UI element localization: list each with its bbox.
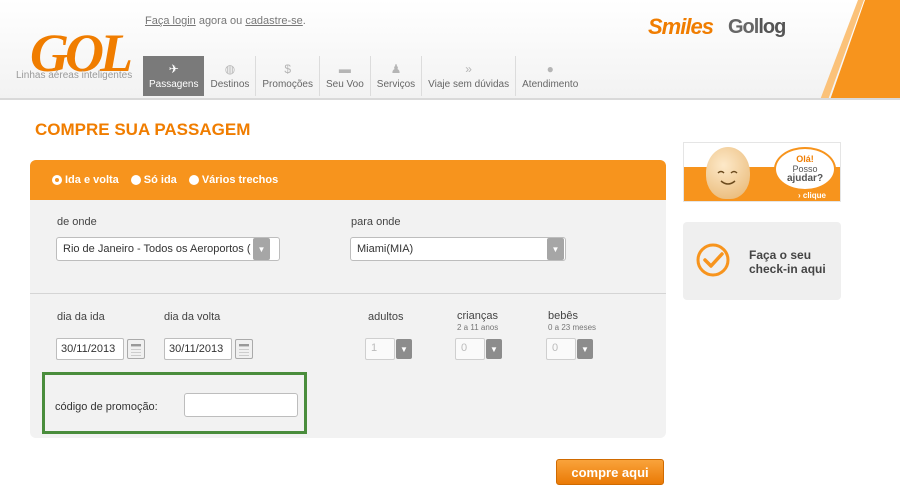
login-end: . [302, 15, 306, 27]
promo-code-label: código de promoção: [55, 401, 158, 413]
booking-form: Ida e volta Só ida Vários trechos de ond… [30, 160, 666, 438]
signup-link[interactable]: cadastre-se [245, 15, 302, 27]
suitcase-icon: ▬ [338, 62, 351, 76]
infants-age-note: 0 a 23 meses [548, 323, 597, 332]
globe-icon: ◍ [224, 62, 236, 76]
checkin-text: Faça o seu check-in aqui [749, 248, 839, 276]
nav-viaje-sem-duvidas[interactable]: » Viaje sem dúvidas [422, 56, 517, 96]
checkin-card[interactable]: Faça o seu check-in aqui [683, 222, 841, 300]
page-title: COMPRE SUA PASSAGEM [35, 120, 251, 139]
trip-type-round[interactable]: Ida e volta [52, 174, 119, 186]
children-select[interactable]: 0 [455, 338, 485, 360]
calendar-icon[interactable] [235, 339, 253, 359]
nav-label: Atendimento [522, 79, 579, 90]
help-line1: Olá! [796, 154, 814, 164]
adults-dropdown-button[interactable]: ▼ [396, 339, 412, 359]
gollog-a: Gol [728, 16, 759, 38]
checkin-line1: Faça o seu [749, 248, 812, 262]
orange-swoosh-decoration [820, 0, 900, 100]
children-age-note: 2 a 11 anos [457, 323, 499, 332]
gollog-b: log [758, 16, 786, 38]
nav-label: Passagens [149, 79, 199, 90]
login-line: Faça login agora ou cadastre-se. [145, 15, 306, 27]
person-icon: ♟ [390, 62, 402, 76]
origin-dropdown-button[interactable]: ▼ [253, 238, 270, 260]
double-chevron-icon: » [465, 62, 472, 76]
trip-type-oneway[interactable]: Só ida [130, 174, 177, 186]
radio-icon [188, 175, 199, 185]
nav-seu-voo[interactable]: ▬ Seu Voo [320, 56, 371, 96]
main-nav: ✈ Passagens ◍ Destinos $ Promoções ▬ Seu… [143, 56, 584, 96]
nav-servicos[interactable]: ♟ Serviços [371, 56, 423, 96]
origin-label: de onde [57, 216, 97, 228]
gollog-logo[interactable]: Gollog [728, 16, 786, 39]
dollar-icon: $ [284, 62, 292, 76]
help-line3: ajudar? [786, 173, 824, 184]
smiles-logo[interactable]: Smiles [648, 14, 714, 40]
nav-label: Viaje sem dúvidas [428, 79, 510, 90]
return-date-input[interactable]: 30/11/2013 [164, 338, 232, 360]
nav-passagens[interactable]: ✈ Passagens [143, 56, 205, 96]
buy-button[interactable]: compre aqui [556, 459, 664, 485]
chevron-down-icon: ▼ [400, 344, 408, 354]
nav-label: Promoções [262, 79, 313, 90]
nav-promocoes[interactable]: $ Promoções [256, 56, 320, 96]
destination-label: para onde [351, 216, 401, 228]
promo-code-input[interactable] [184, 393, 298, 417]
header-divider [0, 98, 900, 100]
site-header: GOL Linhas aéreas inteligentes Faça logi… [0, 0, 900, 100]
radio-label: Vários trechos [201, 174, 279, 186]
departure-label: dia da ida [57, 311, 105, 323]
infants-label: bebês [548, 310, 578, 322]
nav-label: Seu Voo [325, 79, 364, 90]
trip-type-bar: Ida e volta Só ida Vários trechos [30, 160, 666, 200]
promo-code-section: código de promoção: [42, 372, 307, 434]
radio-selected-icon [52, 175, 62, 185]
nav-label: Serviços [376, 79, 416, 90]
login-text: agora ou [195, 15, 246, 27]
assistant-face-icon [717, 170, 738, 185]
return-label: dia da volta [164, 311, 221, 323]
chat-bubble-icon: ● [546, 62, 554, 76]
radio-icon [130, 175, 141, 185]
children-label: crianças [457, 310, 498, 322]
assistant-avatar-icon [706, 147, 750, 199]
page: GOL Linhas aéreas inteligentes Faça logi… [0, 0, 900, 491]
infants-select[interactable]: 0 [546, 338, 576, 360]
logo-tagline: Linhas aéreas inteligentes [16, 70, 133, 81]
chevron-down-icon: ▼ [257, 244, 266, 254]
destination-dropdown-button[interactable]: ▼ [547, 238, 564, 260]
checkin-line2: check-in aqui [749, 262, 826, 276]
section-divider [30, 293, 666, 294]
children-dropdown-button[interactable]: ▼ [486, 339, 502, 359]
login-link[interactable]: Faça login [145, 15, 196, 27]
nav-atendimento[interactable]: ● Atendimento [516, 56, 584, 96]
infants-dropdown-button[interactable]: ▼ [577, 339, 593, 359]
adults-select[interactable]: 1 [365, 338, 395, 360]
origin-select[interactable]: Rio de Janeiro - Todos os Aeroportos ( [56, 237, 280, 261]
destination-select[interactable]: Miami(MIA) [350, 237, 566, 261]
help-speech-bubble: Olá! Posso ajudar? [774, 147, 836, 191]
radio-label: Só ida [143, 174, 177, 186]
checkmark-circle-icon [696, 243, 730, 277]
nav-destinos[interactable]: ◍ Destinos [204, 56, 257, 96]
help-click-link[interactable]: › clique [798, 191, 826, 200]
departure-date-input[interactable]: 30/11/2013 [56, 338, 124, 360]
airplane-icon: ✈ [168, 62, 179, 76]
chevron-down-icon: ▼ [551, 244, 560, 254]
help-banner[interactable]: Olá! Posso ajudar? › clique [683, 142, 841, 202]
nav-label: Destinos [210, 79, 250, 90]
adults-label: adultos [368, 311, 404, 323]
chevron-down-icon: ▼ [490, 344, 498, 354]
trip-type-multi[interactable]: Vários trechos [188, 174, 279, 186]
chevron-down-icon: ▼ [581, 344, 589, 354]
calendar-icon[interactable] [127, 339, 145, 359]
radio-label: Ida e volta [65, 174, 119, 186]
